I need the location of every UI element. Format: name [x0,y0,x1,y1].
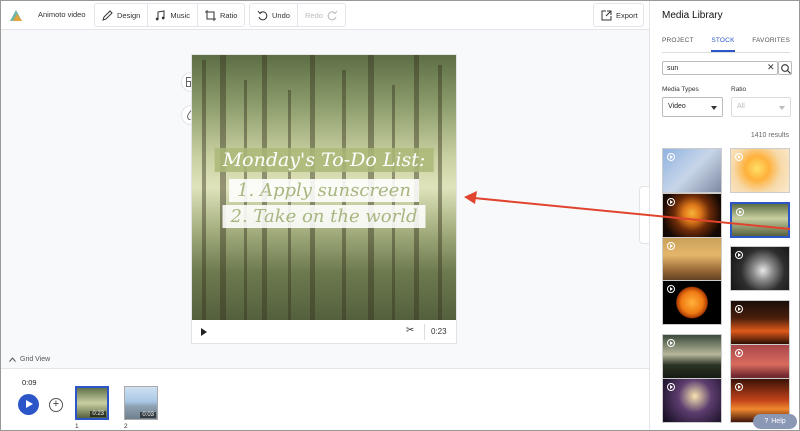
undo-button[interactable]: Undo [250,4,297,26]
video-play-icon [667,285,675,293]
media-tabs: PROJECT STOCK FAVORITES [662,37,790,53]
media-thumbnail[interactable] [730,148,790,193]
ratio-label: Ratio [219,10,238,20]
redo-button[interactable]: Redo [298,4,345,26]
toolbar: Animoto video Design Music Ratio Undo Re… [0,0,649,30]
design-label: Design [117,10,141,20]
ratio-value: All [737,103,745,110]
video-title-line-1: Monday's To-Do List: [214,148,434,172]
media-thumbnail[interactable] [662,378,722,423]
export-label: Export [616,10,638,20]
project-name[interactable]: Animoto video [38,10,86,19]
redo-icon [327,10,338,20]
redo-label: Redo [304,10,323,20]
video-play-icon [735,251,743,259]
timeline: 0:09 + 0:23 1 0:03 2 [0,368,649,431]
video-play-icon [735,383,743,391]
export-group: Export [593,3,644,27]
media-thumbnail-selected[interactable] [730,202,790,238]
video-play-icon [736,208,744,216]
play-icon[interactable] [201,328,207,336]
help-button[interactable]: ? Help [753,414,797,429]
search-icon [781,64,791,74]
tab-project[interactable]: PROJECT [662,37,694,52]
video-title-line-3: 2. Take on the world [222,205,426,228]
video-play-icon [667,383,675,391]
video-preview-card: Monday's To-Do List: 1. Apply sunscreen … [191,54,457,344]
video-preview[interactable]: Monday's To-Do List: 1. Apply sunscreen … [192,55,456,320]
canvas-area: Monday's To-Do List: 1. Apply sunscreen … [0,31,649,351]
tab-favorites[interactable]: FAVORITES [752,37,790,52]
video-play-icon [667,153,675,161]
chevron-up-icon [9,357,16,362]
search-input[interactable] [662,61,778,75]
music-button[interactable]: Music [148,4,197,26]
chevron-down-icon [779,106,785,110]
music-label: Music [170,10,190,20]
search-button[interactable] [778,61,792,75]
scene-number: 1 [75,423,79,430]
ratio-select[interactable]: All [731,97,791,117]
undo-label: Undo [272,10,290,20]
crop-icon [204,9,216,21]
media-thumbnail[interactable] [662,193,722,238]
video-title-line-2: 1. Apply sunscreen [229,179,419,202]
media-thumbnail[interactable] [662,280,722,325]
scene-number: 2 [124,423,128,430]
current-time: 0:09 [22,378,37,387]
help-icon: ? [764,418,769,425]
media-thumbnail[interactable] [662,148,722,193]
scene-duration: 0:23 [90,411,106,417]
clear-search-icon[interactable]: ✕ [767,62,775,73]
media-thumbnail[interactable] [730,246,790,291]
media-types-value: Video [668,103,686,110]
export-button[interactable]: Export [594,4,645,26]
ratio-button[interactable]: Ratio [198,4,245,26]
scene-duration: 0:03 [140,412,156,418]
music-note-icon [156,9,165,20]
chevron-down-icon [711,106,717,110]
pencil-icon [102,9,113,21]
media-thumbnail[interactable] [730,300,790,345]
results-count: 1410 results [750,132,789,139]
scene-thumbnail[interactable]: 0:23 [75,386,109,420]
help-label: Help [771,418,786,425]
history-group: Undo Redo [249,3,346,27]
grid-view-toggle[interactable]: Grid View [9,356,50,363]
play-button[interactable] [18,394,39,415]
video-play-icon [735,153,743,161]
video-controls: ✂ 0:23 [192,320,456,344]
grid-view-label: Grid View [20,356,51,363]
video-play-icon [667,339,675,347]
trim-scissors-icon[interactable]: ✂ [406,325,414,336]
ratio-filter-label: Ratio [731,86,747,93]
media-library-panel: Media Library PROJECT STOCK FAVORITES ✕ … [649,0,800,431]
video-play-icon [667,198,675,206]
video-play-icon [667,242,675,250]
video-play-icon [735,305,743,313]
media-thumbnail[interactable] [662,237,722,282]
tab-stock[interactable]: STOCK [711,37,735,52]
media-types-select[interactable]: Video [662,97,723,117]
animoto-logo-icon [10,10,22,21]
scene-thumbnail[interactable]: 0:03 [124,386,158,420]
panel-title: Media Library [662,10,723,21]
video-play-icon [735,349,743,357]
add-scene-button[interactable]: + [49,398,63,412]
export-icon [601,10,612,20]
edit-tools-group: Design Music Ratio [94,3,246,27]
design-button[interactable]: Design [95,4,147,26]
media-thumbnail[interactable] [662,334,722,379]
video-duration: 0:23 [431,327,447,336]
undo-icon [257,10,268,20]
media-types-label: Media Types [662,86,699,93]
